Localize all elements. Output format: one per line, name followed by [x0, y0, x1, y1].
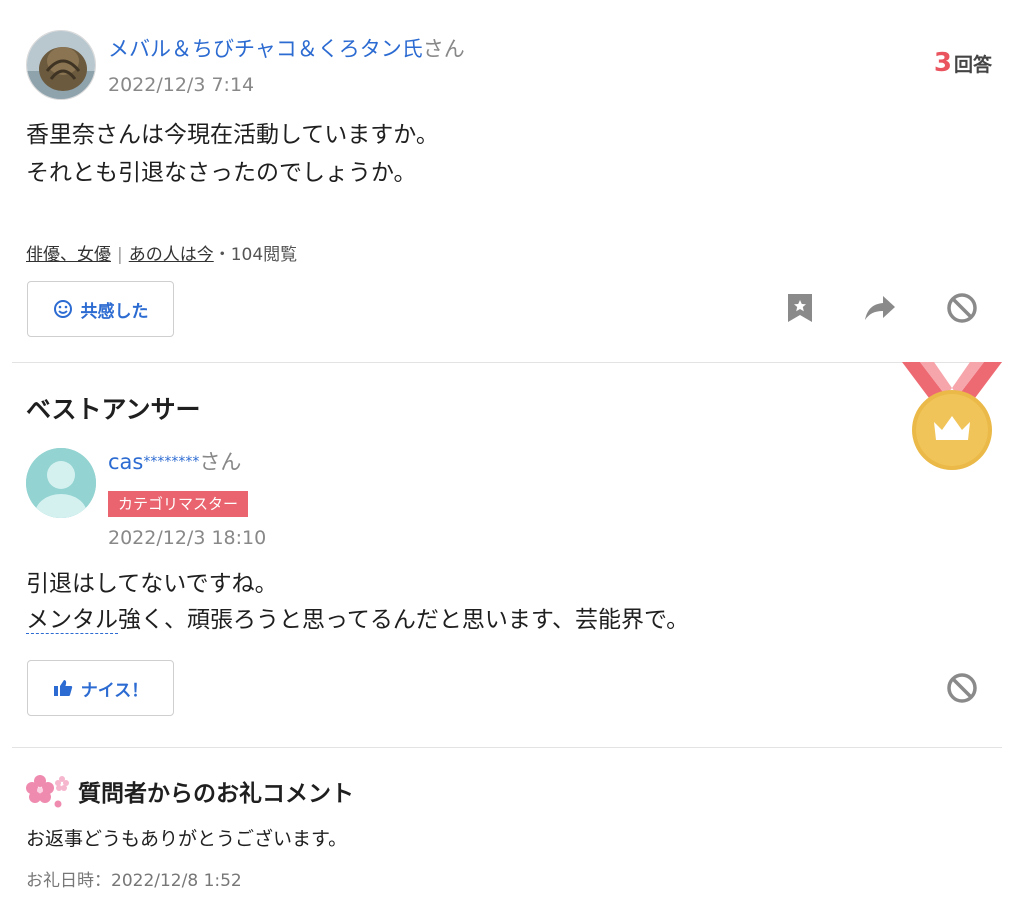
thanks-date: お礼日時：2022/12/8 1:52 [26, 871, 242, 891]
keyword-link[interactable]: メンタル [26, 607, 118, 634]
smile-icon [53, 299, 73, 319]
medal-icon [898, 362, 1006, 472]
share-icon[interactable] [862, 290, 898, 326]
question-line-1: 香里奈さんは今現在活動していますか。 [26, 122, 439, 148]
thanks-title: 質問者からのお礼コメント [26, 773, 354, 809]
block-icon[interactable] [944, 670, 980, 706]
bookmark-icon[interactable] [782, 290, 818, 326]
empathy-label: 共感した [80, 301, 149, 322]
answer-count-number: 3 [933, 48, 952, 78]
divider [12, 747, 1002, 748]
tag-link[interactable]: あの人は今 [129, 245, 214, 265]
answerer-masked: ******** [143, 454, 200, 470]
answer-line-1: 引退はしてないですね。 [26, 571, 278, 597]
thumbs-up-icon [53, 679, 73, 697]
answer-line-2: メンタル強く、頑張ろうと思ってるんだと思います、芸能界で。 [26, 602, 986, 638]
answer-line-2-rest: 強く、頑張ろうと思ってるんだと思います、芸能界で。 [118, 607, 690, 633]
meta-separator: | [117, 245, 123, 265]
nice-label: ナイス！ [80, 680, 149, 701]
block-icon[interactable] [944, 290, 980, 326]
questioner-name[interactable]: メバル＆ちびチャコ＆くろタン氏さん [108, 35, 465, 63]
answerer-name[interactable]: cas********さん [108, 448, 241, 476]
thanks-title-text: 質問者からのお礼コメント [78, 781, 354, 807]
thanks-body: お返事どうもありがとうございます。 [26, 828, 348, 850]
category-link[interactable]: 俳優、女優 [26, 245, 111, 265]
questioner-avatar[interactable] [26, 30, 96, 100]
answer-body: 引退はしてないですね。 メンタル強く、頑張ろうと思ってるんだと思います、芸能界で… [26, 566, 986, 638]
answerer-name-link[interactable]: cas [108, 450, 143, 474]
answer-count[interactable]: 3 回答 [934, 48, 992, 78]
question-line-2: それとも引退なさったのでしょうか。 [26, 160, 417, 186]
answer-date: 2022/12/3 18:10 [108, 527, 267, 549]
question-body: 香里奈さんは今現在活動していますか。 それとも引退なさったのでしょうか。 [26, 116, 986, 192]
question-meta: 俳優、女優 | あの人は今・104閲覧 [26, 240, 297, 265]
nice-button[interactable]: ナイス！ [27, 660, 174, 716]
category-master-badge: カテゴリマスター [108, 491, 249, 517]
question-header: メバル＆ちびチャコ＆くろタン氏さん 2022/12/3 7:14 3 回答 [26, 30, 998, 102]
questioner-name-link[interactable]: メバル＆ちびチャコ＆くろタン氏 [108, 37, 423, 61]
answerer-suffix: さん [199, 450, 242, 474]
best-answer-title: ベストアンサー [26, 395, 201, 424]
answerer-avatar[interactable] [26, 448, 96, 518]
sakura-icon [26, 773, 70, 809]
questioner-suffix: さん [422, 37, 465, 61]
empathy-button[interactable]: 共感した [27, 281, 174, 337]
view-count: ・104閲覧 [213, 245, 298, 265]
answer-count-label: 回答 [953, 54, 992, 76]
divider [12, 362, 1002, 363]
question-date: 2022/12/3 7:14 [108, 74, 255, 96]
